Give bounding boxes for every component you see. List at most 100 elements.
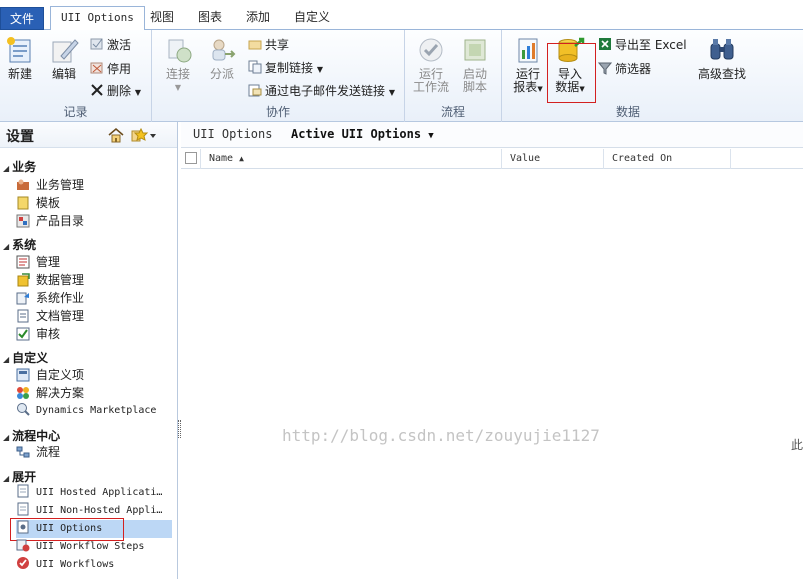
copy-link-label: 复制链接: [265, 61, 314, 75]
nav-item-templates[interactable]: 模板: [16, 194, 172, 212]
group-process-label: 流程: [440, 105, 465, 119]
nav-section-process-center-label: 流程中心: [12, 429, 61, 443]
export-excel-button[interactable]: 导出至 Excel: [598, 36, 687, 54]
assign-button[interactable]: 分派: [202, 36, 242, 81]
workflow-steps-icon: [16, 539, 30, 552]
nav-item-label: 产品目录: [36, 214, 85, 228]
ribbon: 新建 编辑 激活 停用 删除 ▼ 记录 连接 ▼ 分派 共享 复制链接 ▼ 通过…: [0, 30, 803, 122]
chevron-down-icon: ▼: [388, 88, 395, 97]
activate-button[interactable]: 激活: [90, 36, 131, 54]
settings-navigation-pane: 设置 ◢ 业务 业务管理 模板 产品目录 ◢ 系统 管理 数据管理 系统作业 文档管…: [0, 122, 178, 579]
nav-item-auditing[interactable]: 审核: [16, 325, 172, 343]
group-data-label: 数据: [615, 105, 640, 119]
chevron-down-icon: ▼: [428, 131, 434, 141]
copy-link-button[interactable]: 复制链接 ▼: [248, 59, 323, 77]
nav-item-processes[interactable]: 流程: [16, 443, 172, 461]
group-process: 运行 工作流 启动 脚本 流程: [405, 30, 502, 122]
chevron-down-icon: ▼: [316, 65, 323, 74]
advanced-find-button[interactable]: 高级查找: [694, 36, 750, 81]
tab-charts[interactable]: 图表: [188, 6, 232, 30]
clipped-message: 此: [790, 438, 803, 452]
tab-customize[interactable]: 自定义: [284, 6, 340, 30]
nav-section-process-center[interactable]: ◢ 流程中心: [3, 427, 60, 444]
nav-item-label: 系统作业: [36, 291, 85, 305]
report-icon: [518, 38, 538, 63]
filter-funnel-icon: [598, 62, 612, 75]
ribbon-tab-bar: 文件 UII Options 视图 图表 添加 自定义: [0, 0, 803, 31]
run-workflow-button[interactable]: 运行 工作流: [411, 36, 451, 94]
tab-view[interactable]: 视图: [140, 6, 184, 30]
new-button-label: 新建: [7, 67, 32, 81]
run-report-button[interactable]: 运行 报表▼: [508, 36, 548, 96]
group-data: 运行 报表▼ 导入 数据▼ 导出至 Excel 筛选器 高级查找 数据: [502, 30, 754, 122]
new-record-icon: [7, 37, 31, 63]
deactivate-button[interactable]: 停用: [90, 60, 131, 78]
nav-header: 设置: [0, 122, 177, 148]
nav-item-label: 流程: [36, 445, 61, 459]
nav-item-product-catalog[interactable]: 产品目录: [16, 212, 172, 230]
nav-section-business-label: 业务: [12, 160, 37, 174]
delete-label: 删除: [107, 84, 132, 98]
assign-label: 分派: [209, 67, 234, 81]
column-header-created-on[interactable]: Created On: [604, 149, 731, 169]
watermark: http://blog.csdn.net/zouyujie1127: [282, 426, 600, 445]
deactivate-label: 停用: [107, 62, 132, 76]
nav-item-label: UII Workflows: [36, 559, 115, 570]
nav-item-label: UII Hosted Applicati…: [36, 487, 163, 498]
view-header: UII Options Active UII Options ▼: [181, 122, 803, 148]
auditing-check-icon: [16, 327, 30, 341]
connect-button[interactable]: 连接 ▼: [158, 36, 198, 94]
copy-link-icon: [248, 60, 262, 74]
email-link-label: 通过电子邮件发送链接: [265, 84, 386, 98]
email-link-icon: [248, 84, 262, 97]
nav-section-customization[interactable]: ◢ 自定义: [3, 349, 48, 366]
nav-section-system-label: 系统: [12, 238, 37, 252]
customizations-icon: [16, 368, 30, 382]
filter-button[interactable]: 筛选器: [598, 60, 651, 78]
processes-icon: [16, 446, 30, 458]
column-header-value[interactable]: Value: [502, 149, 604, 169]
nav-section-business[interactable]: ◢ 业务: [3, 158, 36, 175]
nav-item-administration[interactable]: 管理: [16, 253, 172, 271]
nav-item-system-jobs[interactable]: 系统作业: [16, 289, 172, 307]
nav-item-dynamics-marketplace[interactable]: Dynamics Marketplace: [16, 402, 172, 420]
nav-item-solutions[interactable]: 解决方案: [16, 384, 172, 402]
view-selector[interactable]: Active UII Options ▼: [291, 127, 434, 141]
tab-add[interactable]: 添加: [236, 6, 280, 30]
nav-item-customizations[interactable]: 自定义项: [16, 366, 172, 384]
tab-file[interactable]: 文件: [0, 7, 44, 30]
nav-item-uii-workflows[interactable]: UII Workflows: [16, 556, 172, 574]
group-collaborate-label: 协作: [265, 105, 290, 119]
nav-item-label: 数据管理: [36, 273, 85, 287]
data-management-icon: [17, 273, 30, 287]
nav-item-label: 自定义项: [36, 368, 85, 382]
new-button[interactable]: 新建: [0, 36, 40, 81]
nav-item-uii-hosted-applications[interactable]: UII Hosted Applicati…: [16, 484, 172, 502]
hosted-application-icon: [17, 484, 29, 498]
nav-item-uii-workflow-steps[interactable]: UII Workflow Steps: [16, 538, 172, 556]
email-link-button[interactable]: 通过电子邮件发送链接 ▼: [248, 82, 395, 100]
delete-button[interactable]: 删除 ▼: [90, 82, 141, 100]
group-record: 新建 编辑 激活 停用 删除 ▼ 记录: [0, 30, 152, 122]
edit-button[interactable]: 编辑: [44, 36, 84, 81]
share-button[interactable]: 共享: [248, 36, 289, 54]
column-name-label: Name: [209, 153, 234, 164]
solutions-puzzle-icon: [17, 387, 29, 399]
favorites-star-icon[interactable]: [130, 127, 156, 143]
tab-uii-options[interactable]: UII Options: [50, 6, 145, 31]
nav-section-extensions[interactable]: ◢ 展开: [3, 468, 36, 485]
import-data-highlight-box: [547, 43, 596, 103]
edit-button-label: 编辑: [51, 67, 76, 81]
administration-icon: [16, 255, 30, 269]
run-workflow-icon: [419, 38, 443, 62]
nav-item-document-management[interactable]: 文档管理: [16, 307, 172, 325]
column-header-name[interactable]: Name ▲: [201, 149, 502, 169]
group-collaborate: 连接 ▼ 分派 共享 复制链接 ▼ 通过电子邮件发送链接 ▼ 协作: [152, 30, 405, 122]
nav-section-system[interactable]: ◢ 系统: [3, 236, 36, 253]
home-icon[interactable]: [108, 127, 124, 143]
select-all-checkbox[interactable]: [185, 152, 197, 164]
nav-item-data-management[interactable]: 数据管理: [16, 271, 172, 289]
nav-item-business-management[interactable]: 业务管理: [16, 176, 172, 194]
start-script-button[interactable]: 启动 脚本: [455, 36, 495, 94]
start-script-label-1: 启动: [462, 67, 487, 81]
